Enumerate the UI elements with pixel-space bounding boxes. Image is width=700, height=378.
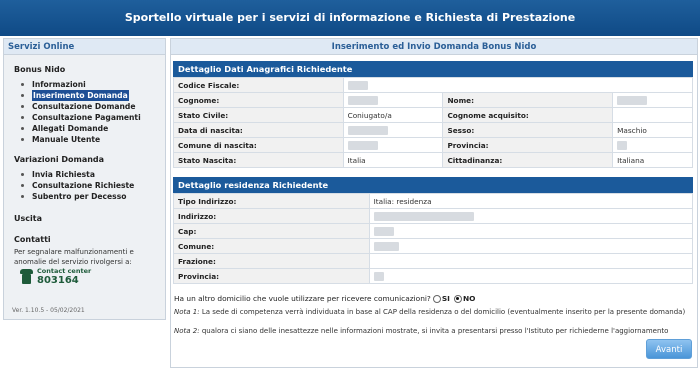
sidebar-title: Servizi Online (4, 39, 165, 55)
phone-icon (20, 269, 33, 284)
table-row: Stato Civile: Coniugato/a Cognome acquis… (173, 107, 693, 123)
contatti-text: Per segnalare malfunzionamenti e anomali… (14, 248, 134, 266)
avanti-button[interactable]: Avanti (646, 339, 692, 359)
table-row: Stato Nascita: Italia Cittadinanza: Ital… (173, 152, 693, 168)
page-header: Sportello virtuale per i servizi di info… (0, 0, 700, 36)
sidebar-item-consultazione-pagamenti[interactable]: Consultazione Pagamenti (21, 112, 165, 123)
contact-center-number: 803164 (37, 275, 79, 286)
sidebar-item-informazioni[interactable]: Informazioni (21, 79, 165, 90)
sidebar-item-allegati-domande[interactable]: Allegati Domande (21, 123, 165, 134)
bullet-icon (21, 83, 24, 86)
redacted-value (373, 241, 399, 251)
note-2: Nota 2: qualora ci siano delle inesattez… (174, 327, 669, 335)
redacted-value (347, 140, 378, 150)
bullet-icon (21, 184, 24, 187)
table-row: Provincia: (173, 268, 694, 284)
table-row: Frazione: (173, 253, 694, 269)
redacted-value (347, 95, 378, 105)
residenza-table: Tipo Indirizzo: Italia: residenza Indiri… (173, 193, 694, 284)
sidebar-item-inserimento-domanda[interactable]: Inserimento Domanda (21, 90, 165, 101)
sidebar-list-variazioni: Invia Richiesta Consultazione Richieste … (4, 169, 165, 202)
redacted-value (373, 271, 384, 281)
table-row: Comune: (173, 238, 694, 254)
section-anagrafici-title: Dettaglio Dati Anagrafici Richiedente (173, 61, 693, 77)
contact-center: Contact center 803164 (20, 267, 91, 286)
redacted-value (617, 140, 628, 150)
table-row: Comune di nascita: Provincia: (173, 137, 693, 153)
bullet-icon (21, 138, 24, 141)
redacted-value (373, 226, 394, 236)
section-residenza-title: Dettaglio residenza Richiedente (173, 177, 693, 193)
altro-domicilio-question: Ha un altro domicilio che vuole utilizza… (174, 294, 476, 303)
sidebar-item-subentro-decesso[interactable]: Subentro per Decesso (21, 191, 165, 202)
sidebar-item-invia-richiesta[interactable]: Invia Richiesta (21, 169, 165, 180)
table-row: Cap: (173, 223, 694, 239)
main-title: Inserimento ed Invio Domanda Bonus Nido (171, 39, 697, 55)
bullet-icon (21, 105, 24, 108)
bullet-icon (21, 116, 24, 119)
version-label: Ver. 1.10.5 - 05/02/2021 (12, 307, 85, 314)
sidebar-item-uscita[interactable]: Uscita (4, 214, 165, 223)
sidebar-section-bonus-nido: Bonus Nido (14, 65, 66, 74)
sidebar-item-consultazione-domande[interactable]: Consultazione Domande (21, 101, 165, 112)
table-row: Cognome: Nome: (173, 92, 693, 108)
redacted-value (373, 211, 474, 221)
bullet-icon (21, 94, 24, 97)
redacted-value (347, 125, 388, 135)
table-row: Tipo Indirizzo: Italia: residenza (173, 193, 694, 209)
radio-si[interactable] (432, 294, 441, 303)
sidebar-item-manuale-utente[interactable]: Manuale Utente (21, 134, 165, 145)
bullet-icon (21, 195, 24, 198)
contact-center-label: Contact center (37, 267, 92, 275)
sidebar-item-consultazione-richieste[interactable]: Consultazione Richieste (21, 180, 165, 191)
table-row: Data di nascita: Sesso: Maschio (173, 122, 693, 138)
sidebar-section-contatti: Contatti (14, 235, 51, 244)
table-row: Indirizzo: (173, 208, 694, 224)
redacted-value (347, 80, 368, 90)
note-1: Nota 1: La sede di competenza verrà indi… (174, 308, 686, 316)
radio-no[interactable] (453, 294, 462, 303)
anagrafici-table: Codice Fiscale: Cognome: Nome: Stato Civ… (173, 77, 694, 168)
sidebar: Servizi Online Bonus Nido Informazioni I… (3, 38, 166, 320)
sidebar-list-bonus-nido: Informazioni Inserimento Domanda Consult… (4, 79, 165, 145)
bullet-icon (21, 127, 24, 130)
redacted-value (617, 95, 648, 105)
table-row: Codice Fiscale: (173, 77, 694, 93)
main-panel: Inserimento ed Invio Domanda Bonus Nido … (170, 38, 698, 368)
sidebar-section-variazioni: Variazioni Domanda (14, 155, 105, 164)
bullet-icon (21, 173, 24, 176)
